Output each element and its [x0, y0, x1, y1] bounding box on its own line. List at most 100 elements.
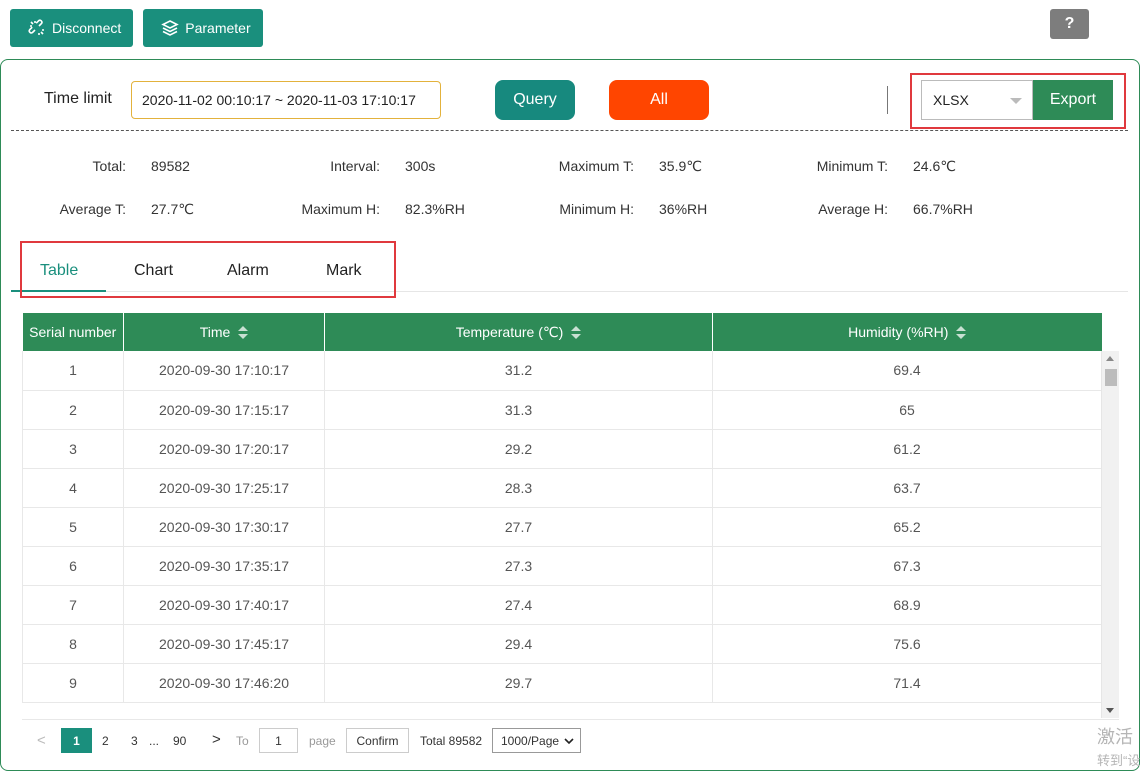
scroll-up-arrow-icon[interactable]: [1106, 356, 1114, 361]
cell-serial-number: 2: [22, 390, 124, 430]
pagination-bar: < 1 2 3 ... 90 > To 1 page Confirm Total…: [22, 719, 1119, 761]
page-3-button[interactable]: 3: [131, 734, 138, 748]
cell-temperature: 29.2: [324, 429, 713, 469]
data-table-container: Serial number Time Temperature (℃) Humid…: [22, 313, 1119, 718]
tabs-highlight-box: [20, 241, 396, 298]
cell-time: 2020-09-30 17:45:17: [123, 624, 325, 664]
avg-humidity-label: Average H:: [818, 201, 888, 217]
table-header-row: Serial number Time Temperature (℃) Humid…: [22, 313, 1102, 351]
header-time[interactable]: Time: [123, 313, 325, 351]
cell-temperature: 29.7: [324, 663, 713, 703]
min-humidity-value: 36%RH: [659, 201, 708, 217]
page-1-button[interactable]: 1: [61, 728, 92, 753]
header-serial-number: Serial number: [22, 313, 124, 351]
table-row[interactable]: 9 2020-09-30 17:46:20 29.7 71.4: [22, 663, 1102, 703]
table-row[interactable]: 4 2020-09-30 17:25:17 28.3 63.7: [22, 468, 1102, 508]
table-row[interactable]: 6 2020-09-30 17:35:17 27.3 67.3: [22, 546, 1102, 586]
all-button[interactable]: All: [609, 80, 709, 120]
cell-serial-number: 9: [22, 663, 124, 703]
cell-humidity: 63.7: [712, 468, 1102, 508]
data-table: Serial number Time Temperature (℃) Humid…: [22, 313, 1102, 703]
table-body: 1 2020-09-30 17:10:17 31.2 69.4 2 2020-09-30 …: [22, 351, 1102, 703]
cell-temperature: 27.3: [324, 546, 713, 586]
min-temperature-label: Minimum T:: [816, 158, 888, 174]
disconnect-label: Disconnect: [52, 20, 122, 36]
export-format-value: XLSX: [933, 92, 969, 108]
sort-icon[interactable]: [956, 326, 967, 340]
cell-humidity: 71.4: [712, 663, 1102, 703]
export-button[interactable]: Export: [1033, 80, 1113, 120]
cell-humidity: 67.3: [712, 546, 1102, 586]
parameter-label: Parameter: [185, 20, 251, 36]
time-range-input[interactable]: 2020-11-02 00:10:17 ~ 2020-11-03 17:10:1…: [131, 81, 441, 119]
cell-humidity: 68.9: [712, 585, 1102, 625]
page-2-button[interactable]: 2: [102, 734, 109, 748]
cell-time: 2020-09-30 17:35:17: [123, 546, 325, 586]
cell-humidity: 61.2: [712, 429, 1102, 469]
goto-page-input[interactable]: 1: [259, 728, 298, 753]
cell-serial-number: 4: [22, 468, 124, 508]
dashed-divider: [11, 130, 1128, 131]
query-button[interactable]: Query: [495, 80, 575, 120]
page-last-button[interactable]: 90: [173, 734, 186, 748]
header-temperature[interactable]: Temperature (℃): [324, 313, 713, 351]
total-count: Total 89582: [420, 734, 483, 748]
parameter-button[interactable]: Parameter: [143, 9, 263, 47]
goto-label: To: [236, 734, 249, 748]
pagination-ellipsis: ...: [149, 734, 160, 748]
max-temperature-value: 35.9℃: [659, 158, 702, 174]
confirm-button[interactable]: Confirm: [346, 728, 409, 753]
scroll-down-arrow-icon[interactable]: [1106, 708, 1114, 713]
total-value: 89582: [151, 158, 190, 174]
page-size-select[interactable]: 1000/Page: [492, 728, 581, 753]
max-temperature-label: Maximum T:: [558, 158, 634, 174]
cell-humidity: 69.4: [712, 351, 1102, 391]
next-page-icon[interactable]: >: [212, 731, 221, 748]
table-row[interactable]: 3 2020-09-30 17:20:17 29.2 61.2: [22, 429, 1102, 469]
time-limit-label: Time limit: [44, 90, 112, 107]
table-scrollbar[interactable]: [1101, 351, 1119, 718]
chevron-down-icon: [564, 738, 574, 745]
cell-temperature: 28.3: [324, 468, 713, 508]
cell-time: 2020-09-30 17:30:17: [123, 507, 325, 547]
page-size-value: 1000/Page: [501, 733, 560, 748]
disconnect-icon: [28, 19, 44, 35]
table-row[interactable]: 8 2020-09-30 17:45:17 29.4 75.6: [22, 624, 1102, 664]
sort-icon[interactable]: [238, 326, 249, 340]
table-row[interactable]: 7 2020-09-30 17:40:17 27.4 68.9: [22, 585, 1102, 625]
avg-temperature-value: 27.7℃: [151, 201, 194, 217]
interval-value: 300s: [405, 158, 436, 174]
cell-humidity: 65.2: [712, 507, 1102, 547]
cell-time: 2020-09-30 17:25:17: [123, 468, 325, 508]
cell-temperature: 31.2: [324, 351, 713, 391]
cell-time: 2020-09-30 17:10:17: [123, 351, 325, 391]
cell-humidity: 65: [712, 390, 1102, 430]
avg-temperature-label: Average T:: [59, 201, 126, 217]
cell-serial-number: 3: [22, 429, 124, 469]
cell-temperature: 31.3: [324, 390, 713, 430]
watermark-line-2: 转到“设: [1097, 753, 1141, 768]
cell-time: 2020-09-30 17:15:17: [123, 390, 325, 430]
table-row[interactable]: 1 2020-09-30 17:10:17 31.2 69.4: [22, 351, 1102, 391]
scroll-thumb[interactable]: [1105, 369, 1117, 386]
divider: [887, 86, 888, 114]
help-button[interactable]: ?: [1050, 9, 1089, 39]
min-temperature-value: 24.6℃: [913, 158, 956, 174]
table-row[interactable]: 2 2020-09-30 17:15:17 31.3 65: [22, 390, 1102, 430]
cell-temperature: 27.7: [324, 507, 713, 547]
export-format-select[interactable]: XLSX: [921, 80, 1033, 120]
page-label: page: [309, 734, 336, 748]
table-row[interactable]: 5 2020-09-30 17:30:17 27.7 65.2: [22, 507, 1102, 547]
header-humidity[interactable]: Humidity (%RH): [712, 313, 1102, 351]
prev-page-icon[interactable]: <: [37, 732, 46, 749]
interval-label: Interval:: [330, 158, 380, 174]
disconnect-button[interactable]: Disconnect: [10, 9, 134, 47]
sort-icon[interactable]: [571, 325, 582, 340]
total-label: Total:: [92, 158, 126, 174]
avg-humidity-value: 66.7%RH: [913, 201, 973, 217]
cell-humidity: 75.6: [712, 624, 1102, 664]
cell-temperature: 27.4: [324, 585, 713, 625]
cell-temperature: 29.4: [324, 624, 713, 664]
cell-serial-number: 7: [22, 585, 124, 625]
cell-serial-number: 5: [22, 507, 124, 547]
